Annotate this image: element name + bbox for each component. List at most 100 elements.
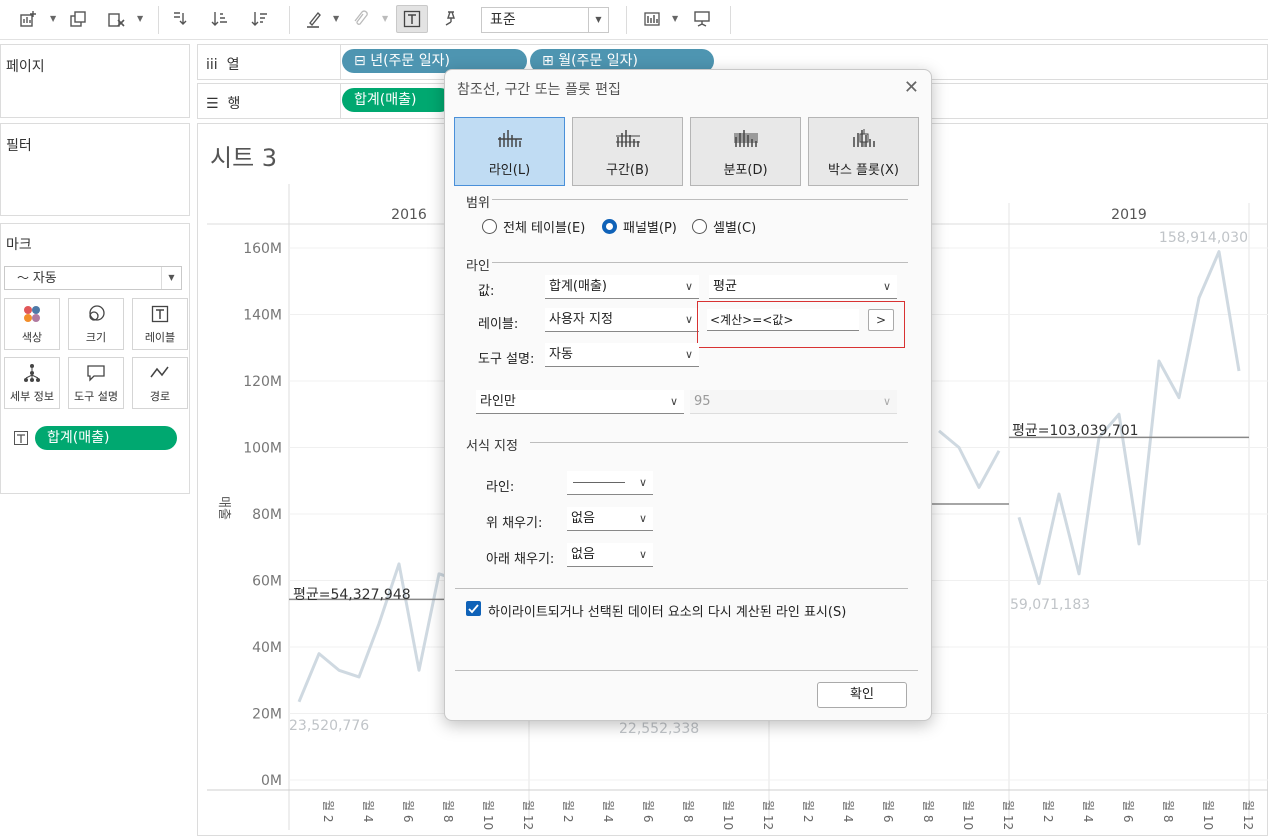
- check-icon: [468, 604, 479, 614]
- close-icon[interactable]: ✕: [904, 79, 919, 97]
- annotate-icon[interactable]: [348, 6, 372, 32]
- show-labels-icon[interactable]: [396, 5, 428, 33]
- divider: [492, 262, 908, 263]
- label-button[interactable]: 레이블: [132, 298, 188, 350]
- new-sheet-icon[interactable]: [16, 6, 40, 32]
- tab-band[interactable]: 구간(B): [572, 117, 683, 186]
- path-button[interactable]: 경로: [132, 357, 188, 409]
- format-section-label: 서식 지정: [466, 439, 518, 454]
- fill-above-select[interactable]: 없음 ∨: [567, 507, 653, 531]
- show-me-icon[interactable]: [640, 6, 664, 32]
- color-button[interactable]: 색상: [4, 298, 60, 350]
- pages-title: 페이지: [6, 59, 45, 75]
- tab-distribution-label: 분포(D): [723, 163, 768, 178]
- fill-below-select[interactable]: 없음 ∨: [567, 543, 653, 567]
- chevron-down-icon: ▼: [588, 8, 608, 32]
- radio-icon: [692, 219, 707, 234]
- mark-field-pill[interactable]: 합계(매출): [35, 426, 177, 450]
- chevron-down-icon[interactable]: ▼: [137, 14, 143, 23]
- rows-shelf-label: ☰ 행: [206, 96, 241, 112]
- reference-line-dialog: 참조선, 구간 또는 플롯 편집 ✕ 라인(L) 구간(B) 분포(D) 박스 …: [444, 69, 932, 721]
- scope-option-pane[interactable]: 패널별(P): [602, 217, 677, 236]
- chevron-down-icon[interactable]: ▼: [672, 14, 678, 23]
- chevron-down-icon: ∨: [669, 395, 678, 408]
- pages-pane: 페이지: [0, 44, 190, 118]
- duplicate-icon[interactable]: [66, 6, 90, 32]
- dialog-title: 참조선, 구간 또는 플롯 편집: [457, 82, 621, 98]
- toolbar-divider: [289, 6, 290, 34]
- tooltip-icon: [86, 362, 106, 384]
- presentation-icon[interactable]: [690, 6, 714, 32]
- sort-descending-icon[interactable]: [248, 6, 272, 32]
- divider: [455, 588, 908, 589]
- line-mark-icon: 〜: [17, 271, 33, 285]
- tab-box-plot-label: 박스 플롯(X): [827, 163, 900, 178]
- detail-icon: [22, 362, 42, 384]
- sort-ascending-icon[interactable]: [208, 6, 232, 32]
- divider: [492, 199, 908, 200]
- row-pill[interactable]: 합계(매출): [342, 88, 452, 112]
- chevron-down-icon: ∨: [882, 395, 891, 408]
- scope-option-cell[interactable]: 셀별(C): [692, 217, 756, 236]
- columns-icon: iii: [206, 57, 218, 73]
- label-label: 레이블: [144, 331, 176, 344]
- tooltip-mode-select[interactable]: 자동 ∨: [545, 343, 699, 367]
- rows-icon: ☰: [206, 96, 219, 112]
- radio-selected-icon: [602, 219, 617, 234]
- path-icon: [150, 362, 170, 384]
- fit-select-value: 표준: [490, 12, 516, 28]
- label-icon: [151, 303, 169, 325]
- detail-button[interactable]: 세부 정보: [4, 357, 60, 409]
- fill-above-label: 위 채우기:: [486, 516, 543, 531]
- value-aggregation-select[interactable]: 평균 ∨: [709, 275, 897, 299]
- divider: [455, 670, 918, 671]
- swap-icon[interactable]: [168, 6, 192, 32]
- marks-title: 마크: [6, 237, 32, 253]
- line-style-preview: [573, 482, 625, 483]
- chevron-down-icon: ∨: [684, 313, 693, 326]
- label-mode-select[interactable]: 사용자 지정 ∨: [545, 308, 699, 332]
- chevron-down-icon[interactable]: ▼: [333, 14, 339, 23]
- clear-sheet-icon[interactable]: [104, 6, 128, 32]
- chevron-down-icon: ∨: [684, 348, 693, 361]
- filters-pane[interactable]: 필터: [0, 123, 190, 216]
- path-label: 경로: [149, 390, 171, 403]
- size-label: 크기: [85, 331, 107, 344]
- toolbar: ▼ ▼ ▼ ▼ 표준 ▼ ▼: [0, 0, 1268, 40]
- distribution-tab-icon: [733, 127, 758, 153]
- tooltip-label: 도구 설명:: [478, 352, 535, 367]
- value-label: 값:: [478, 284, 495, 299]
- label-text-input[interactable]: <계산>=<값>: [707, 309, 859, 331]
- tab-box-plot[interactable]: 박스 플롯(X): [808, 117, 919, 186]
- line-tab-icon: [497, 127, 522, 153]
- size-button[interactable]: 크기: [68, 298, 124, 350]
- chevron-down-icon: ∨: [684, 280, 693, 293]
- tab-line[interactable]: 라인(L): [454, 117, 565, 186]
- chevron-down-icon: ∨: [638, 476, 647, 489]
- toolbar-divider: [626, 6, 627, 34]
- insert-value-button[interactable]: >: [868, 309, 894, 331]
- pin-icon[interactable]: [438, 6, 462, 32]
- ok-button[interactable]: 확인: [817, 682, 907, 708]
- recalc-checkbox[interactable]: [466, 601, 481, 616]
- chevron-down-icon[interactable]: ▼: [50, 14, 56, 23]
- line-style-select[interactable]: ∨: [567, 471, 653, 495]
- recalc-checkbox-label: 하이라이트되거나 선택된 데이터 요소의 다시 계산된 라인 표시(S): [488, 605, 847, 620]
- scope-option-table[interactable]: 전체 테이블(E): [482, 217, 585, 236]
- highlight-icon[interactable]: [302, 6, 326, 32]
- value-field-select[interactable]: 합계(매출) ∨: [545, 275, 699, 299]
- radio-icon: [482, 219, 497, 234]
- box-plot-tab-icon: [852, 127, 876, 153]
- line-mode-select[interactable]: 라인만 ∨: [476, 390, 684, 414]
- mark-type-select[interactable]: 〜 자동 ▼: [4, 266, 182, 290]
- tooltip-button[interactable]: 도구 설명: [68, 357, 124, 409]
- tab-line-label: 라인(L): [488, 163, 531, 178]
- toolbar-divider: [158, 6, 159, 34]
- line-section-label: 라인: [466, 259, 490, 274]
- fit-select[interactable]: 표준 ▼: [481, 7, 609, 33]
- format-line-label: 라인:: [486, 480, 515, 495]
- chevron-down-icon: ∨: [882, 280, 891, 293]
- chevron-down-icon[interactable]: ▼: [382, 14, 388, 23]
- tab-distribution[interactable]: 분포(D): [690, 117, 801, 186]
- filters-title: 필터: [6, 138, 32, 154]
